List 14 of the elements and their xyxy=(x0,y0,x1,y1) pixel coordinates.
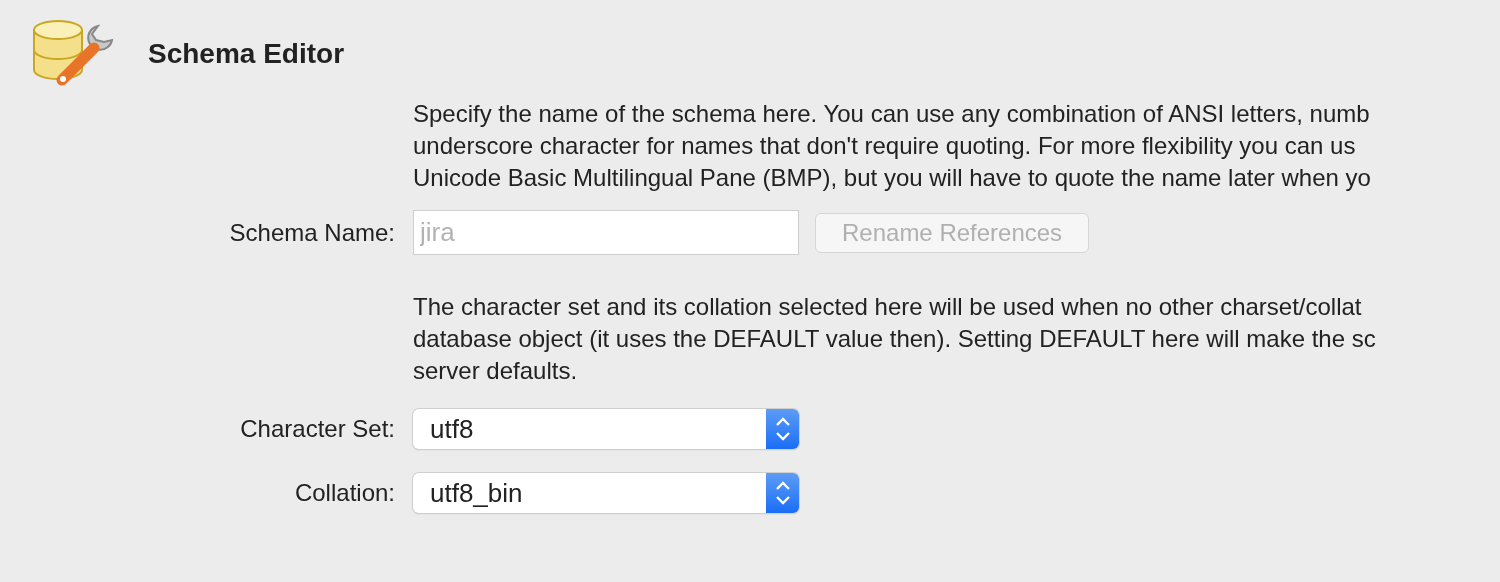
description-line: database object (it uses the DEFAULT value then). Setting DEFAULT here will make the sc xyxy=(413,324,1376,354)
description-line: underscore character for names that don't require quoting. For more flexibility you can us xyxy=(413,131,1356,161)
field-label: Schema Name: xyxy=(228,217,395,248)
field-label: Collation: xyxy=(293,478,395,508)
editor-title: Schema Editor xyxy=(148,37,345,71)
description-line: Specify the name of the schema here. You can use any combination of ANSI letters, numb xyxy=(413,99,1370,129)
dropdown[interactable]: utf8_bin xyxy=(413,473,799,513)
dropdown[interactable]: utf8 xyxy=(413,409,799,449)
description-line: server defaults. xyxy=(413,356,578,386)
description-line: The character set and its collation selected here will be used when no other charset/collat xyxy=(413,292,1362,322)
field-label: Character Set: xyxy=(239,414,395,444)
description-line: Unicode Basic Multilingual Pane (BMP), but you will have to quote the name later when yo xyxy=(413,163,1371,193)
stepper-arrows-icon xyxy=(774,480,791,506)
stepper-arrows-icon xyxy=(774,416,791,442)
